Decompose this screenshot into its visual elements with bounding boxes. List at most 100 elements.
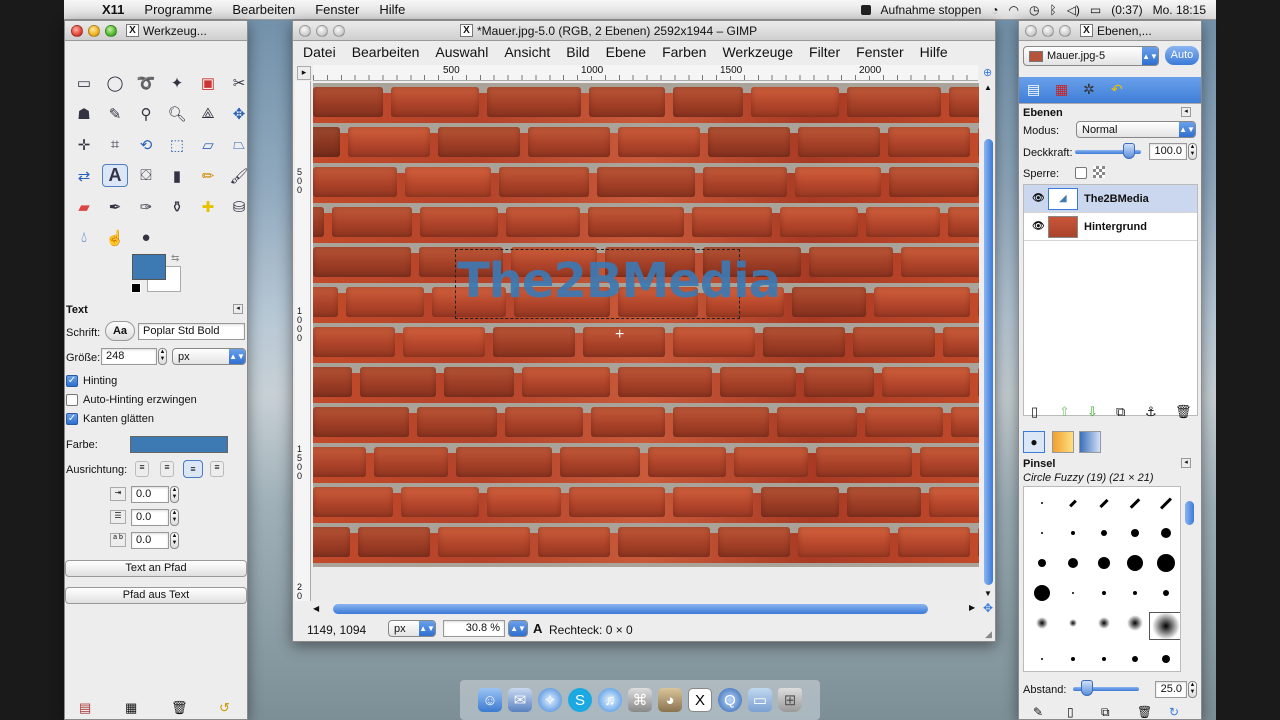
bucket-fill-icon[interactable]: ⛋	[133, 164, 159, 187]
close-button[interactable]	[1025, 24, 1037, 37]
x11-dock-icon[interactable]: X	[688, 688, 712, 712]
refresh-brushes-icon[interactable]: ↻	[1169, 705, 1179, 719]
menu-hilfe[interactable]: Hilfe	[912, 44, 956, 60]
eye-icon[interactable]: 👁︎	[1032, 221, 1045, 232]
anchor-layer-icon[interactable]: ⚓︎	[1145, 404, 1157, 420]
smudge-icon[interactable]: ☝	[102, 226, 128, 249]
unit-select[interactable]: px ▲▼	[388, 620, 436, 637]
brush-preset[interactable]	[1026, 613, 1057, 633]
menu-hilfe[interactable]: Hilfe	[369, 2, 415, 17]
reset-options-icon[interactable]: ↺	[219, 700, 230, 716]
layer-name[interactable]: Hintergrund	[1084, 221, 1147, 233]
scale-icon[interactable]: ⬚	[164, 133, 190, 156]
brush-preset[interactable]	[1150, 583, 1180, 603]
new-brush-icon[interactable]: ▯	[1067, 705, 1074, 719]
menu-ebene[interactable]: Ebene	[598, 44, 654, 60]
brush-preset[interactable]	[1088, 583, 1119, 603]
edit-brush-icon[interactable]: ✎	[1033, 705, 1043, 719]
menu-bild[interactable]: Bild	[558, 44, 597, 60]
lower-layer-icon[interactable]: ⇩	[1087, 404, 1098, 420]
align-icon[interactable]: ✛	[71, 133, 97, 156]
itunes-icon[interactable]: ♫	[598, 688, 622, 712]
menu-filter[interactable]: Filter	[801, 44, 848, 60]
pencil-icon[interactable]: ✏	[195, 164, 221, 187]
text-color-button[interactable]	[130, 436, 228, 453]
brush-scrollbar[interactable]	[1185, 501, 1194, 525]
zoom-button[interactable]	[105, 24, 117, 37]
check-icon[interactable]: ✓	[66, 375, 78, 388]
menu-bearbeiten[interactable]: Bearbeiten	[344, 44, 428, 60]
brush-preset[interactable]	[1150, 553, 1180, 573]
brush-preset[interactable]	[1119, 583, 1150, 603]
brush-preset[interactable]	[1149, 612, 1180, 640]
zoom-input[interactable]: 30.8 %	[443, 620, 505, 637]
safari-icon[interactable]: ✧	[538, 688, 562, 712]
letter-spacing-input[interactable]: 0.0	[131, 532, 169, 549]
sync-icon[interactable]: ◔	[991, 3, 998, 17]
scissors-icon[interactable]: ✂	[226, 71, 252, 94]
crop-icon[interactable]: ⌗	[102, 133, 128, 156]
menu-datei[interactable]: Datei	[295, 44, 344, 60]
brush-preset[interactable]	[1026, 583, 1057, 603]
size-spinner[interactable]: ▲ ▼	[158, 348, 167, 365]
menu-programme[interactable]: Programme	[134, 2, 222, 17]
spacing-input[interactable]: 25.0	[1155, 681, 1187, 698]
move-icon[interactable]: ✥	[226, 102, 252, 125]
airbrush-icon[interactable]: ✒	[102, 195, 128, 218]
vertical-scrollbar[interactable]	[984, 139, 993, 585]
font-input[interactable]: Poplar Std Bold	[138, 323, 245, 340]
indent-input[interactable]: 0.0	[131, 486, 169, 503]
resize-grip-icon[interactable]: ◢	[985, 629, 992, 640]
brush-preset[interactable]	[1150, 523, 1180, 543]
gimp-icon[interactable]: ◕	[658, 688, 682, 712]
navigate-icon[interactable]: ✥	[983, 601, 993, 615]
justify-right-icon[interactable]: ≡	[160, 461, 174, 477]
swap-colors-icon[interactable]: ⇆	[171, 253, 179, 264]
preview-icon[interactable]: ⌘	[628, 688, 652, 712]
wifi-icon[interactable]: ◠	[1009, 3, 1019, 17]
text-tool-icon[interactable]: A	[102, 164, 128, 187]
image-select[interactable]: Mauer.jpg-5 ▲▼	[1023, 46, 1159, 66]
opacity-input[interactable]: 100.0	[1149, 143, 1187, 160]
menubar-clock[interactable]: Mo. 18:15	[1153, 3, 1206, 17]
auto-button[interactable]: Auto	[1165, 46, 1199, 65]
skype-icon[interactable]: S	[568, 688, 592, 712]
duplicate-layer-icon[interactable]: ⧉	[1116, 404, 1125, 420]
delete-layer-icon[interactable]: 🗑︎	[1175, 404, 1192, 420]
scroll-right-icon[interactable]: ▶	[969, 603, 975, 612]
justify-fill-icon[interactable]: ≡	[210, 461, 224, 477]
horizontal-ruler[interactable]: 500 1000 1500 2000	[313, 65, 978, 81]
line-spacing-spinner[interactable]: ▲ ▼	[170, 509, 179, 526]
battery-icon[interactable]: ▭	[1090, 3, 1101, 17]
layer-row[interactable]: 👁︎ ◢ The2BMedia	[1024, 185, 1197, 213]
brush-preset[interactable]	[1088, 613, 1119, 633]
menu-fenster[interactable]: Fenster	[848, 44, 911, 60]
heal-icon[interactable]: ✚	[195, 195, 221, 218]
clone-icon[interactable]: ⚱	[164, 195, 190, 218]
rotate-icon[interactable]: ⟲	[133, 133, 159, 156]
menu-bearbeiten[interactable]: Bearbeiten	[222, 2, 305, 17]
justify-left-icon[interactable]: ≡	[135, 461, 149, 477]
autohint-checkbox[interactable]: Auto-Hinting erzwingen	[66, 394, 197, 407]
blend-icon[interactable]: ▮	[164, 164, 190, 187]
brush-preset[interactable]	[1150, 649, 1180, 669]
brush-preset[interactable]	[1026, 493, 1057, 513]
brush-preset[interactable]	[1088, 523, 1119, 543]
menu-werkzeuge[interactable]: Werkzeuge	[714, 44, 801, 60]
duplicate-brush-icon[interactable]: ⧉	[1101, 705, 1110, 720]
horizontal-scrollbar[interactable]	[333, 604, 928, 614]
rect-select-icon[interactable]: ▭	[71, 71, 97, 94]
image-titlebar[interactable]: X *Mauer.jpg-5.0 (RGB, 2 Ebenen) 2592x19…	[293, 21, 995, 41]
minimize-button[interactable]	[1042, 24, 1054, 37]
flip-icon[interactable]: ⇄	[71, 164, 97, 187]
eraser-icon[interactable]: ▰	[71, 195, 97, 218]
brush-preset[interactable]	[1088, 493, 1119, 513]
brush-preset[interactable]	[1026, 523, 1057, 543]
brush-preset[interactable]	[1119, 553, 1150, 573]
delete-options-icon[interactable]: 🗑︎	[171, 700, 188, 716]
justify-center-icon[interactable]: ≡	[183, 460, 203, 478]
color-picker-icon[interactable]: ⚲	[133, 102, 159, 125]
spacing-slider-knob[interactable]	[1081, 680, 1093, 696]
toolbox-titlebar[interactable]: X Werkzeug...	[65, 21, 247, 41]
color-select-icon[interactable]: ▣	[195, 71, 221, 94]
